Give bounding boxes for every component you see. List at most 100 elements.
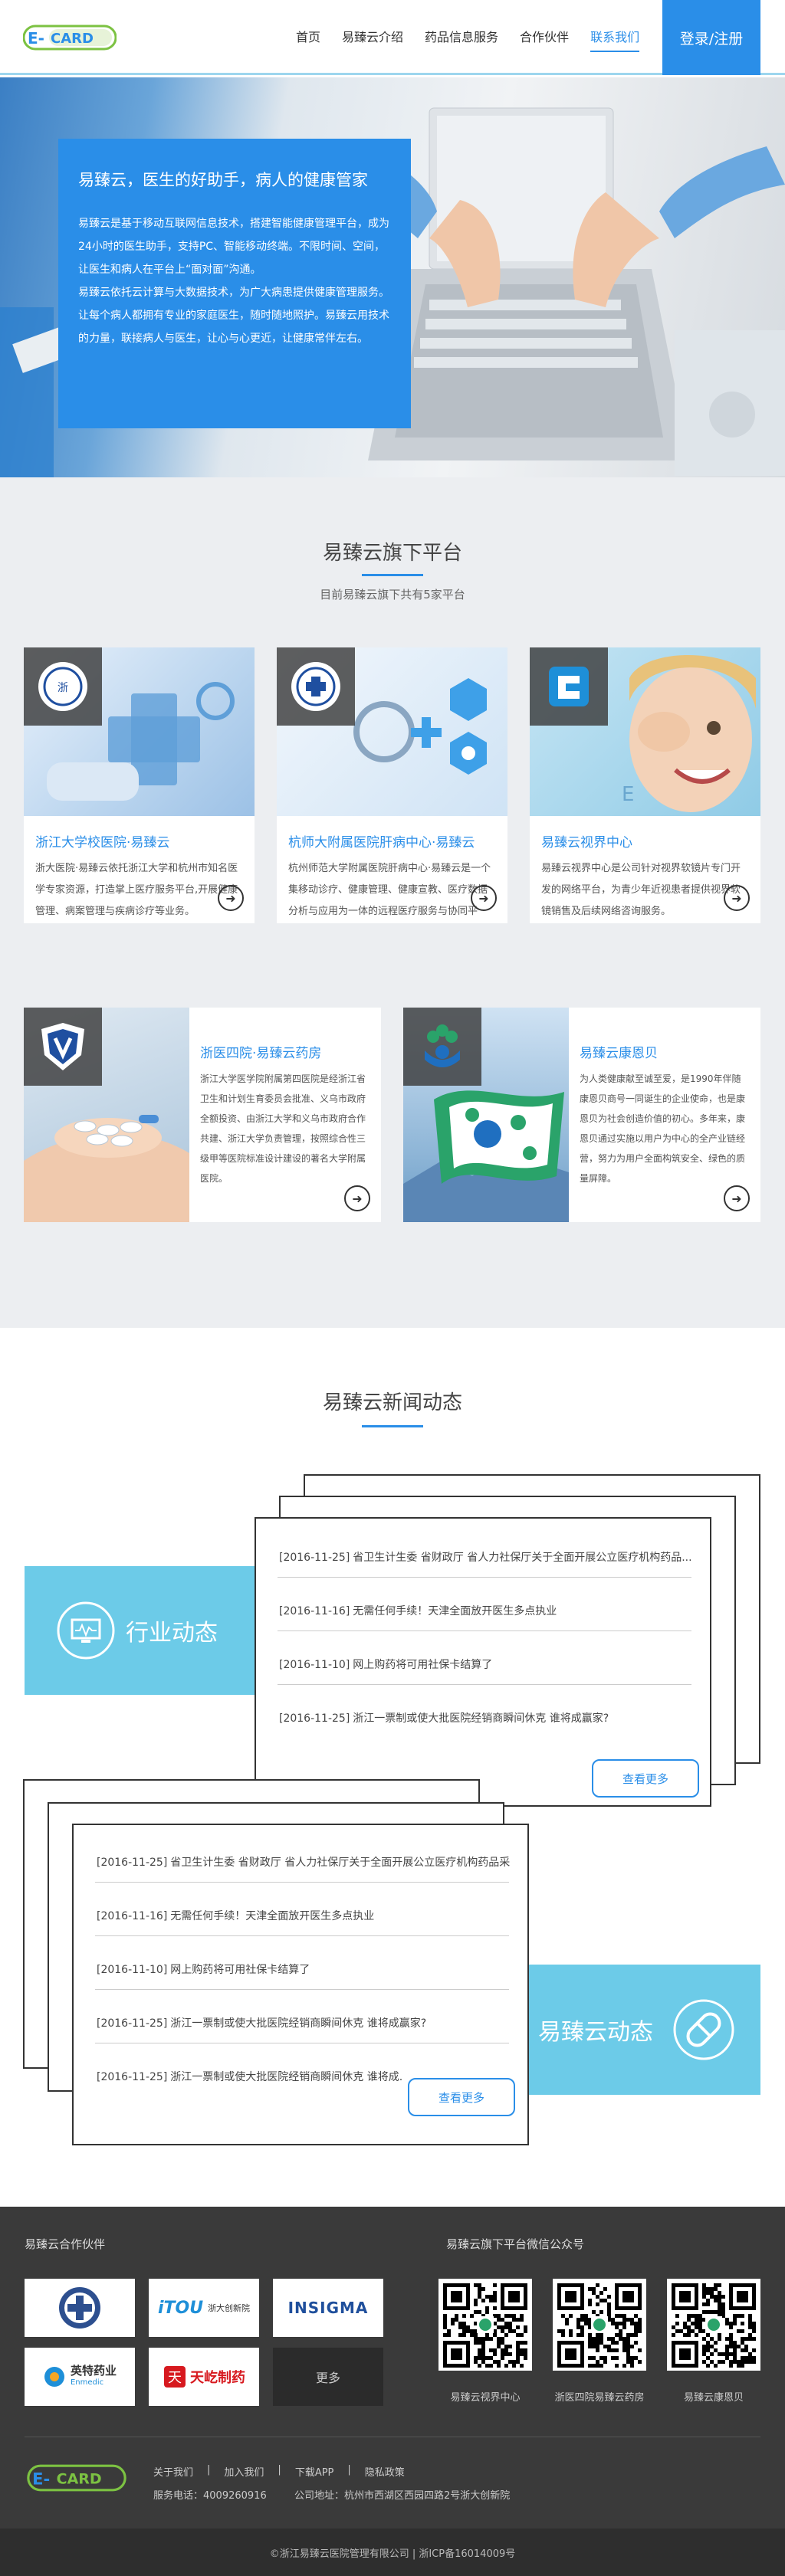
nav-item-home[interactable]: 首页 xyxy=(285,28,331,48)
partner-logo-1[interactable] xyxy=(25,2279,135,2337)
svg-text:浙: 浙 xyxy=(57,682,68,694)
partner-logo-3[interactable]: INSIGMA xyxy=(273,2279,383,2337)
company-news-label: 易臻云动态 xyxy=(538,2019,653,2046)
industry-news-label: 行业动态 xyxy=(126,1620,218,1647)
platform-card-image: 浙 xyxy=(24,647,255,816)
fourth-hospital-shield-icon xyxy=(24,1008,102,1086)
divider xyxy=(95,1935,509,1936)
partners-more-button[interactable]: 更多 xyxy=(273,2348,383,2406)
platform-card-text: 为人类健康献至诚至爱，是1990年伴随康恩贝商号一同诞生的企业使命，也是康恩贝为… xyxy=(580,1073,746,1184)
hero-paragraph-1: 易臻云是基于移动互联网信息技术，搭建智能健康管理平台，成为24小时的医生助手，支… xyxy=(78,218,389,276)
svg-text:天: 天 xyxy=(168,2370,182,2386)
ecard-logo[interactable]: E- CARD xyxy=(23,23,117,52)
news-item[interactable]: [2016-11-16] 无需任何手续！天津全面放开医生多点执业 xyxy=(279,1603,693,1618)
nav-item-drug-info[interactable]: 药品信息服务 xyxy=(414,28,509,48)
news-item[interactable]: [2016-11-25] 省卫生计生委 省财政厅 省人力社保厅关于全面开展公立医疗… xyxy=(97,1854,511,1870)
qr-code-pharmacy xyxy=(553,2279,646,2371)
title-underline xyxy=(362,1425,423,1427)
nav-item-partners[interactable]: 合作伙伴 xyxy=(509,28,580,48)
platform-card-image xyxy=(24,1008,189,1222)
footer-link-join[interactable]: 加入我们 xyxy=(224,2464,264,2479)
arrow-right-icon[interactable]: ➜ xyxy=(344,1185,370,1211)
login-register-button[interactable]: 登录/注册 xyxy=(662,0,760,75)
news-item[interactable]: [2016-11-16] 无需任何手续！天津全面放开医生多点执业 xyxy=(97,1908,511,1923)
hospital-emblem-icon xyxy=(277,647,355,726)
hero-banner: 易臻云，医生的好助手，病人的健康管家 易臻云是基于移动互联网信息技术，搭建智能健… xyxy=(0,77,785,477)
svg-text:CARD: CARD xyxy=(57,2470,102,2487)
copyright-text: ©浙江易臻云医院管理有限公司 | 浙ICP备16014009号 xyxy=(269,2548,516,2560)
qr-label: 浙医四院易臻云药房 xyxy=(554,2392,645,2404)
platform-card-vision-center[interactable]: E 易臻云视界中心 易臻云视界中心是公司针对视界软镜片专门开发的网络平台，为青少… xyxy=(530,647,760,923)
wechat-title: 易臻云旗下平台微信公众号 xyxy=(446,2237,585,2251)
industry-news-panel: [2016-11-25] 省卫生计生委 省财政厅 省人力社保厅关于全面开展公立医疗… xyxy=(255,1517,711,1807)
hero-intro-box: 易臻云，医生的好助手，病人的健康管家 易臻云是基于移动互联网信息技术，搭建智能健… xyxy=(58,139,411,428)
platforms-subtitle: 目前易臻云旗下共有5家平台 xyxy=(320,588,465,601)
news-title: 易臻云新闻动态 xyxy=(322,1391,462,1414)
footer: 易臻云合作伙伴 iTOU 浙大创新院 INSIGMA 英特药业 Enmedic … xyxy=(0,2207,785,2576)
platform-card-image: E xyxy=(530,647,760,816)
platform-card-text: 浙大医院·易臻云依托浙江大学和杭州市知名医学专家资源，打造掌上医疗服务平台,开展… xyxy=(35,863,238,917)
hero-title: 易臻云，医生的好助手，病人的健康管家 xyxy=(78,171,368,189)
news-item[interactable]: [2016-11-25] 浙江一票制或使大批医院经销商瞬间休克 谁将成赢家? xyxy=(279,1710,693,1726)
platform-card-title: 易臻云视界中心 xyxy=(541,835,632,850)
footer-ecard-logo[interactable]: E- CARD xyxy=(23,2463,130,2493)
company-news-panel: [2016-11-25] 省卫生计生委 省财政厅 省人力社保厅关于全面开展公立医疗… xyxy=(72,1824,529,2145)
service-phone: 服务电话：4009260916 xyxy=(153,2490,267,2502)
industry-view-more-button[interactable]: 查看更多 xyxy=(592,1759,699,1798)
divider xyxy=(278,1684,691,1685)
footer-link-privacy[interactable]: 隐私政策 xyxy=(365,2464,405,2479)
footer-link-download[interactable]: 下载APP xyxy=(295,2464,334,2479)
nav-menu: 首页 易臻云介绍 药品信息服务 合作伙伴 联系我们 xyxy=(285,28,650,52)
qr-code-icon xyxy=(672,2283,756,2368)
svg-text:E-: E- xyxy=(28,29,44,48)
news-item[interactable]: [2016-11-10] 网上购药将可用社保卡结算了 xyxy=(279,1657,693,1672)
partner-flower-icon xyxy=(44,2367,64,2387)
qr-code-icon xyxy=(443,2283,527,2368)
svg-text:CARD: CARD xyxy=(51,31,94,47)
platform-card-text: 杭州师范大学附属医院肝病中心·易臻云是一个集移动诊疗、健康管理、健康宣教、医疗数… xyxy=(288,863,491,917)
news-item[interactable]: [2016-11-25] 省卫生计生委 省财政厅 省人力社保厅关于全面开展公立医疗… xyxy=(279,1549,693,1565)
platform-card-conba[interactable]: 易臻云康恩贝 为人类健康献至诚至爱，是1990年伴随康恩贝商号一同诞生的企业使命… xyxy=(403,1008,760,1222)
platform-card-title: 浙江大学校医院·易臻云 xyxy=(35,835,170,850)
news-item[interactable]: [2016-11-25] 浙江一票制或使大批医院经销商瞬间休克 谁将成赢家? xyxy=(97,2015,511,2030)
copyright-bar: ©浙江易臻云医院管理有限公司 | 浙ICP备16014009号 xyxy=(0,2528,785,2576)
arrow-right-icon[interactable]: ➜ xyxy=(218,885,244,911)
vision-logo-icon xyxy=(530,647,608,726)
footer-links: 关于我们 | 加入我们 | 下载APP | 隐私政策 xyxy=(153,2464,405,2479)
platform-card-zju-fourth[interactable]: 浙医四院·易臻云药房 浙江大学医学院附属第四医院是经浙江省卫生和计划生育委员会批… xyxy=(24,1008,381,1222)
pill-icon xyxy=(673,1999,734,2060)
platform-card-title: 杭师大附属医院肝病中心·易臻云 xyxy=(288,835,475,850)
partner-logo-5[interactable]: 天 天屹制药 xyxy=(149,2348,259,2406)
zju-emblem-icon: 浙 xyxy=(24,647,102,726)
divider xyxy=(278,1630,691,1631)
divider xyxy=(95,1882,509,1883)
qr-code-conba xyxy=(667,2279,760,2371)
platform-card-hznu-liver[interactable]: 杭师大附属医院肝病中心·易臻云 杭州师范大学附属医院肝病中心·易臻云是一个集移动… xyxy=(277,647,507,923)
company-address: 公司地址：杭州市西湖区西园四路2号浙大创新院 xyxy=(294,2490,511,2502)
platform-card-title: 浙医四院·易臻云药房 xyxy=(200,1046,322,1061)
qr-code-vision xyxy=(438,2279,532,2371)
arrow-right-icon[interactable]: ➜ xyxy=(724,1185,750,1211)
hero-paragraph-2: 易臻云依托云计算与大数据技术，为广大病患提供健康管理服务。让每个病人都拥有专业的… xyxy=(78,287,389,345)
partner-logo-2[interactable]: iTOU 浙大创新院 xyxy=(149,2279,259,2337)
partner-cross-logo-icon xyxy=(59,2287,100,2329)
partner-logo-4[interactable]: 英特药业 Enmedic xyxy=(25,2348,135,2406)
nav-item-about[interactable]: 易臻云介绍 xyxy=(331,28,414,48)
top-nav: E- CARD 首页 易臻云介绍 药品信息服务 合作伙伴 联系我们 登录/注册 xyxy=(0,0,785,75)
news-item[interactable]: [2016-11-10] 网上购药将可用社保卡结算了 xyxy=(97,1961,511,1977)
arrow-right-icon[interactable]: ➜ xyxy=(724,885,750,911)
platform-card-image xyxy=(277,647,507,816)
arrow-right-icon[interactable]: ➜ xyxy=(471,885,497,911)
platform-card-text: 易臻云视界中心是公司针对视界软镜片专门开发的网络平台，为青少年近视患者提供视界软… xyxy=(541,863,741,917)
industry-news-tab[interactable]: 行业动态 xyxy=(25,1566,285,1695)
nav-item-contact[interactable]: 联系我们 xyxy=(580,28,650,52)
company-view-more-button[interactable]: 查看更多 xyxy=(408,2078,515,2116)
company-news-tab[interactable]: 易臻云动态 xyxy=(500,1965,760,2095)
footer-link-about[interactable]: 关于我们 xyxy=(153,2464,193,2479)
partners-title: 易臻云合作伙伴 xyxy=(25,2237,106,2251)
news-item[interactable]: [2016-11-25] 浙江一票制或使大批医院经销商瞬间休克 谁将成... xyxy=(97,2069,403,2084)
monitor-icon xyxy=(57,1601,115,1660)
platform-card-zju-hospital[interactable]: 浙 浙江大学校医院·易臻云 浙大医院·易臻云依托浙江大学和杭州市知名医学专家资源… xyxy=(24,647,255,923)
divider xyxy=(95,1989,509,1990)
conba-logo-icon xyxy=(403,1008,481,1086)
